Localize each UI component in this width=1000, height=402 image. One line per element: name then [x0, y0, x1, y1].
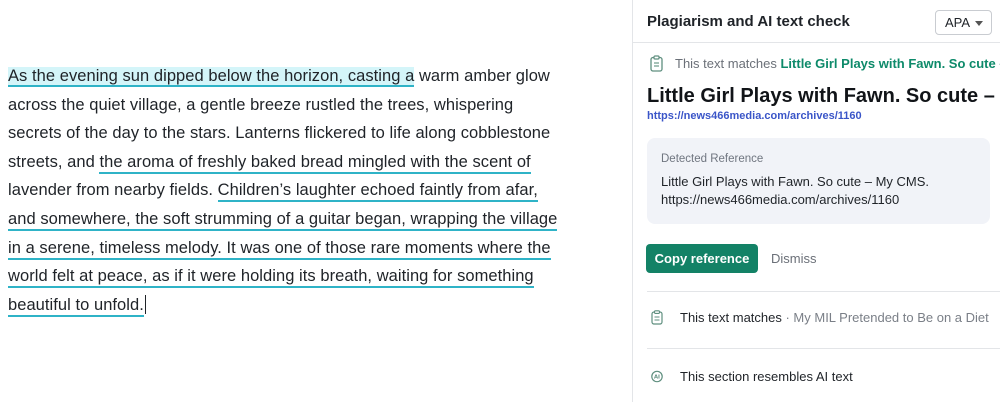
result-item-ai[interactable]: AI This section resembles AI text [647, 367, 1000, 387]
clipboard-icon [650, 55, 663, 72]
reference-line-1: Little Girl Plays with Fawn. So cute – M… [661, 174, 930, 189]
svg-text:AI: AI [654, 375, 660, 381]
match-summary: This text matches Little Girl Plays with… [647, 55, 1000, 73]
reference-heading: Detected Reference [661, 153, 764, 165]
chevron-down-icon [975, 21, 983, 26]
match-label: This text matches [675, 56, 781, 71]
source-url-link[interactable]: https://news466media.com/archives/1160 [647, 110, 862, 122]
text-segment-4: lavender from nearby fields. [8, 181, 218, 200]
citation-style-select[interactable]: APA [935, 10, 992, 35]
reference-text: Little Girl Plays with Fawn. So cute – M… [661, 173, 981, 209]
divider-1 [647, 291, 1000, 292]
clipboard-icon [651, 310, 663, 325]
panel-header: Plagiarism and AI text check APA [633, 0, 1000, 43]
source-title: Little Girl Plays with Fawn. So cute – M… [647, 85, 997, 107]
ai-detection-icon: AI [651, 370, 663, 383]
panel-title: Plagiarism and AI text check [647, 13, 850, 30]
result-item-match[interactable]: This text matches · My MIL Pretended to … [647, 308, 1000, 328]
text-segment-1[interactable]: As the evening sun dipped below the hori… [8, 67, 415, 87]
dismiss-button[interactable]: Dismiss [771, 251, 817, 266]
result-item-source: · My MIL Pretended to Be on a Diet [781, 310, 989, 325]
reference-line-2: https://news466media.com/archives/1160 [661, 192, 900, 207]
match-source-link[interactable]: Little Girl Plays with Fawn. So cute – M… [780, 56, 1000, 71]
result-item-label: This text matches [680, 310, 782, 325]
plagiarism-panel: Plagiarism and AI text check APA This te… [633, 0, 1000, 402]
text-editor[interactable]: As the evening sun dipped below the hori… [0, 0, 632, 402]
document-body[interactable]: As the evening sun dipped below the hori… [8, 62, 568, 319]
copy-reference-button[interactable]: Copy reference [646, 244, 758, 273]
divider-2 [647, 348, 1000, 349]
result-item-ai-label: This section resembles AI text [680, 369, 853, 384]
detected-reference-box: Detected Reference Little Girl Plays wit… [647, 138, 990, 224]
text-caret [144, 294, 146, 314]
citation-style-value: APA [945, 15, 971, 30]
text-segment-3[interactable]: the aroma of freshly baked bread mingled… [99, 152, 531, 174]
text-segment-5[interactable]: Children’s laughter echoed faintly from … [8, 181, 558, 317]
